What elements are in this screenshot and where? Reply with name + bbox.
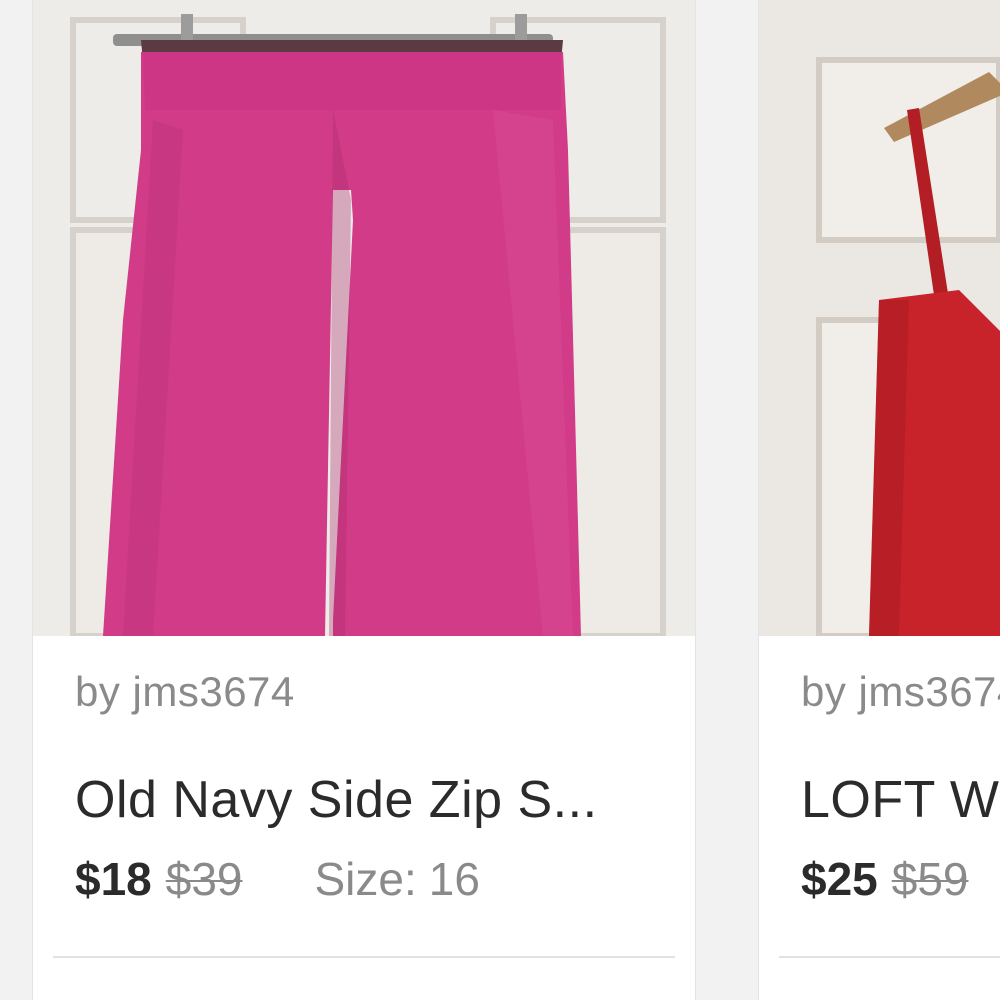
listing-card[interactable]: by jms3674 LOFT W $25 $59 [758,0,1000,1000]
listing-feed: by jms3674 Old Navy Side Zip S... $18 $3… [0,0,1000,1000]
size-label: Size: [314,853,417,905]
seller-name[interactable]: by jms3674 [801,668,1000,716]
original-price: $59 [891,853,969,905]
listing-title[interactable]: Old Navy Side Zip S... [75,770,635,830]
listing-photo[interactable] [759,0,1000,636]
card-divider [53,956,675,958]
pink-pants-image [33,0,695,636]
price-row: $25 $59 [801,852,969,906]
listing-price: $18 [75,853,152,905]
seller-name[interactable]: by jms3674 [75,668,295,716]
card-divider [779,956,1000,958]
listing-title[interactable]: LOFT W [801,770,1000,830]
red-jumpsuit-image [759,0,1000,636]
listing-card[interactable]: by jms3674 Old Navy Side Zip S... $18 $3… [32,0,696,1000]
original-price: $39 [165,853,243,905]
price-row: $18 $39 Size: 16 [75,852,480,906]
size-value: 16 [428,853,480,905]
listing-photo[interactable] [33,0,695,636]
listing-price: $25 [801,853,878,905]
